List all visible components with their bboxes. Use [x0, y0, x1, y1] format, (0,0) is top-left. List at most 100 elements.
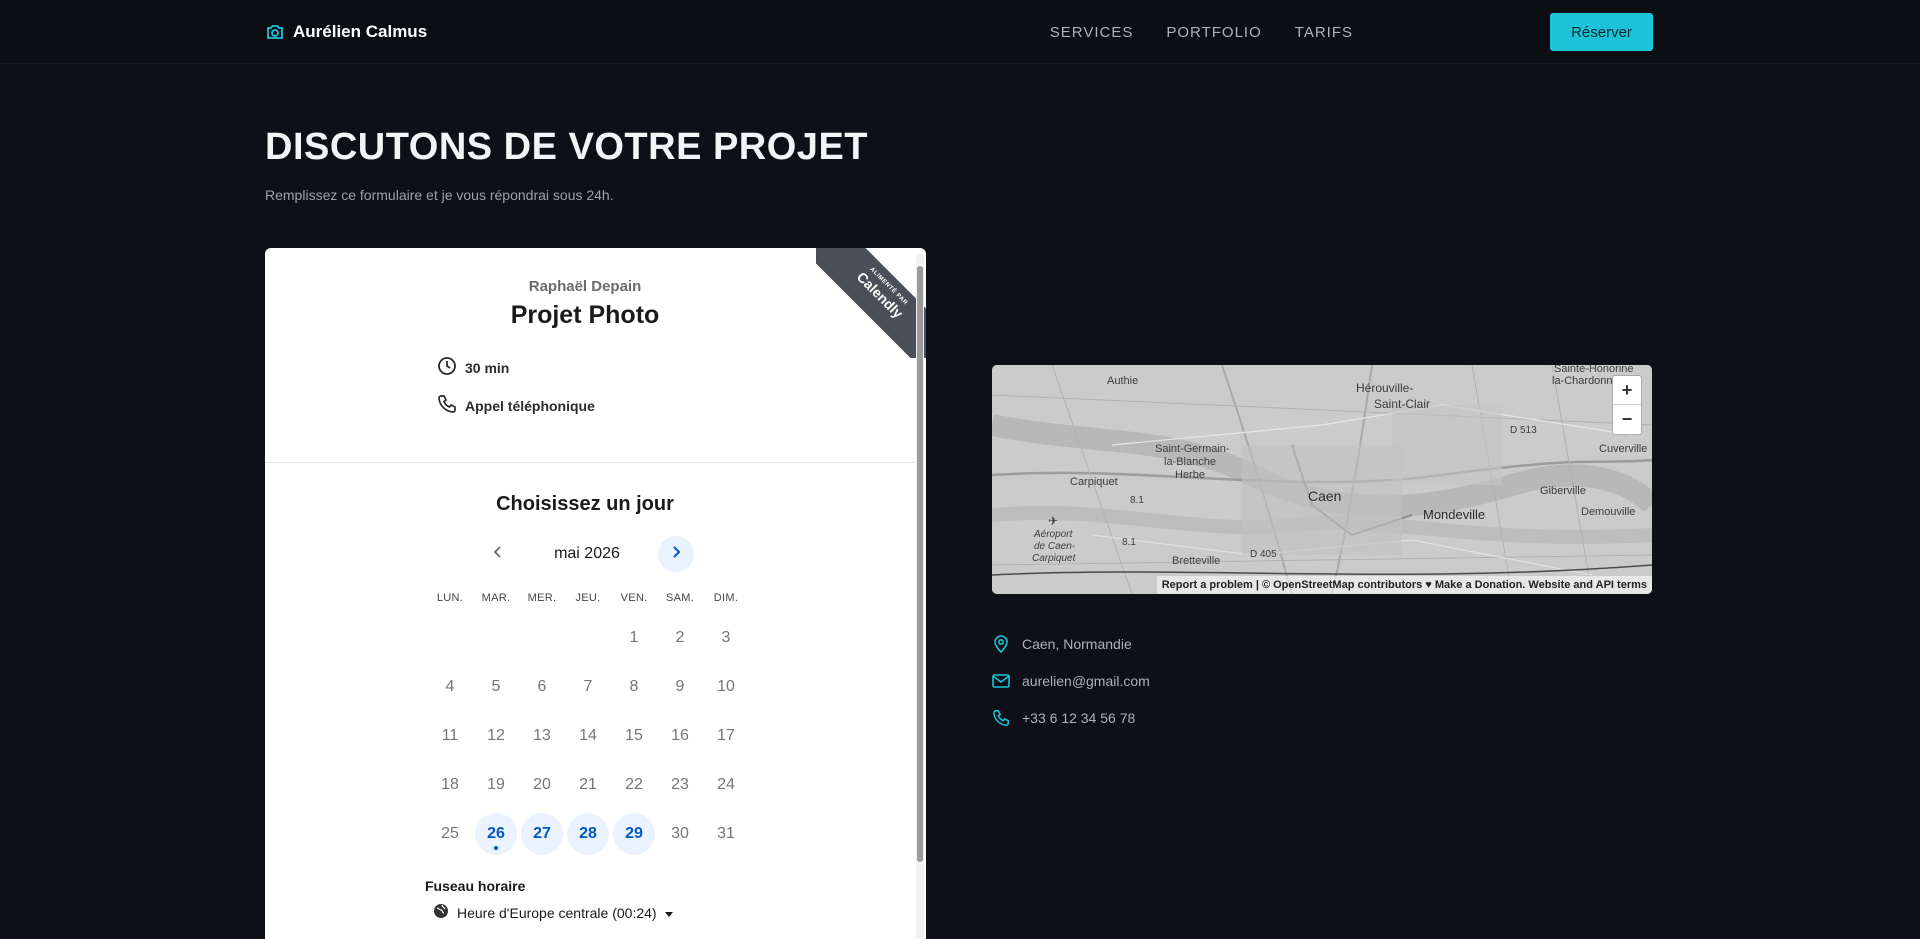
calendar-day-available[interactable]: 28: [567, 812, 609, 855]
nav-services[interactable]: SERVICES: [1050, 24, 1134, 41]
chevron-left-icon: [493, 545, 503, 564]
map-label: Herbe: [1175, 469, 1205, 481]
calendar-cell: [427, 613, 473, 662]
page-subtitle: Remplissez ce formulaire et je vous répo…: [265, 187, 614, 203]
location-map[interactable]: Hérouville- Saint-Clair Authie Saint-Ger…: [992, 365, 1652, 594]
previous-month-button[interactable]: [480, 536, 516, 572]
contact-email-text: aurelien@gmail.com: [1022, 673, 1150, 689]
calendar-week-row: 4 5 6 7 8 9 10: [427, 662, 749, 711]
calendar-cell: 29: [611, 809, 657, 858]
camera-icon: [265, 22, 285, 42]
calendar-cell: 1: [611, 613, 657, 662]
month-navigator: mai 2026: [480, 536, 730, 572]
contact-phone-text: +33 6 12 34 56 78: [1022, 710, 1136, 726]
location-row: Appel téléphonique: [437, 394, 595, 417]
zoom-out-button[interactable]: −: [1613, 405, 1641, 434]
calendar-day: 25: [441, 824, 459, 842]
calendar-cell: 19: [473, 760, 519, 809]
event-title: Projet Photo: [510, 301, 660, 329]
top-navbar: Aurélien Calmus SERVICES PORTFOLIO TARIF…: [0, 0, 1920, 64]
calendar-day: 21: [579, 775, 597, 793]
reserve-button[interactable]: Réserver: [1550, 13, 1653, 51]
calendar-week-row: 11 12 13 14 15 16 17: [427, 711, 749, 760]
clock-icon: [437, 356, 457, 379]
brand-name: Aurélien Calmus: [293, 22, 428, 41]
calendar-cell: 26: [473, 809, 519, 858]
calendar-day-available[interactable]: 27: [521, 812, 563, 855]
calendar-cell: 28: [565, 809, 611, 858]
scrollbar-thumb[interactable]: [917, 266, 923, 862]
calendar-day: 11: [441, 726, 459, 744]
contact-phone[interactable]: +33 6 12 34 56 78: [992, 709, 1135, 727]
calendly-widget: ALIMENTÉ PAR Calendly Raphaël Depain Pro…: [265, 248, 926, 939]
calendar-cell: 15: [611, 711, 657, 760]
weekday-label: MER.: [527, 592, 557, 604]
calendar-cell: 20: [519, 760, 565, 809]
map-label: Giberville: [1540, 485, 1586, 497]
calendar-cell: 4: [427, 662, 473, 711]
nav-portfolio[interactable]: PORTFOLIO: [1166, 24, 1261, 41]
map-label: la-Blanche: [1164, 456, 1216, 468]
calendar-cell: 8: [611, 662, 657, 711]
calendar-day: 1: [629, 628, 639, 646]
calendar-day: 6: [537, 677, 547, 695]
calendar-cell: 30: [657, 809, 703, 858]
calendar-day: 30: [671, 824, 689, 842]
calendar-cell: 3: [703, 613, 749, 662]
airplane-icon: ✈: [1048, 514, 1059, 528]
widget-scrollbar[interactable]: [916, 254, 924, 939]
calendar-day-available[interactable]: 29: [613, 812, 655, 855]
calendar-day-available[interactable]: 26: [475, 812, 517, 855]
brand-logo[interactable]: Aurélien Calmus: [265, 20, 427, 44]
mail-icon: [992, 672, 1010, 690]
calendar-day: 14: [579, 726, 597, 744]
nav-tarifs[interactable]: TARIFS: [1295, 24, 1353, 41]
calendar-day: 31: [717, 824, 735, 842]
map-label: 8.1: [1130, 495, 1144, 506]
timezone-selector[interactable]: Heure d'Europe centrale (00:24): [433, 903, 673, 922]
calendar-day: 7: [583, 677, 593, 695]
calendar-day: 12: [487, 726, 505, 744]
page-title: DISCUTONS DE VOTRE PROJET: [265, 126, 869, 168]
map-label: Saint-Clair: [1374, 397, 1431, 411]
calendar-day: 18: [441, 775, 459, 793]
caret-down-icon: [664, 905, 673, 921]
calendar-day: 23: [671, 775, 689, 793]
calendar-cell: 7: [565, 662, 611, 711]
phone-icon: [437, 394, 457, 417]
choose-day-heading: Choisissez un jour: [496, 493, 674, 515]
zoom-in-button[interactable]: +: [1613, 376, 1641, 405]
contact-email[interactable]: aurelien@gmail.com: [992, 672, 1150, 690]
contact-location: Caen, Normandie: [992, 635, 1132, 653]
duration-row: 30 min: [437, 356, 509, 379]
calendar-day: 5: [491, 677, 501, 695]
calendar-day: 3: [721, 628, 731, 646]
main-nav: SERVICES PORTFOLIO TARIFS: [1050, 0, 1353, 64]
map-label: la-Chardonne: [1552, 375, 1619, 387]
map-label: Hérouville-: [1356, 381, 1414, 395]
duration-text: 30 min: [465, 359, 510, 376]
timezone-value: Heure d'Europe centrale (00:24): [457, 904, 657, 921]
calendar-cell: 17: [703, 711, 749, 760]
section-divider: [265, 462, 915, 463]
map-label: Mondeville: [1423, 507, 1486, 522]
calendar-cell: 5: [473, 662, 519, 711]
phone-icon: [992, 709, 1010, 727]
calendar-day: 9: [675, 677, 685, 695]
weekday-label: JEU.: [575, 592, 601, 604]
calendar-day: 20: [533, 775, 551, 793]
calendar-cell: 21: [565, 760, 611, 809]
weekday-label: LUN.: [436, 592, 464, 604]
calendar-cell: 12: [473, 711, 519, 760]
map-pin-icon: [992, 635, 1010, 653]
next-month-button[interactable]: [658, 536, 694, 572]
calendar-day: 24: [717, 775, 735, 793]
map-zoom-controls: + −: [1612, 375, 1642, 435]
map-label: D 513: [1510, 425, 1537, 436]
map-attribution[interactable]: Report a problem | © OpenStreetMap contr…: [1156, 576, 1652, 594]
calendar-week-row: 18 19 20 21 22 23 24: [427, 760, 749, 809]
calendar-day: 16: [671, 726, 689, 744]
globe-icon: [433, 903, 449, 922]
calendar-cell: 9: [657, 662, 703, 711]
calendar-day: 2: [675, 628, 685, 646]
